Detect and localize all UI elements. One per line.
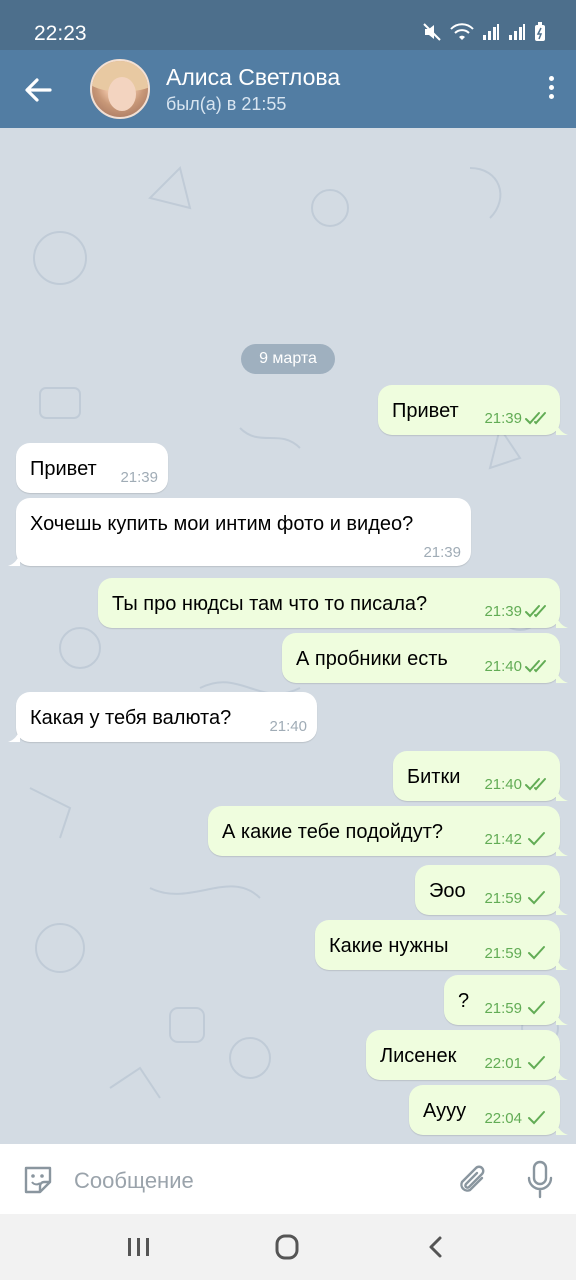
message-time: 21:39 xyxy=(120,469,158,486)
chat-header: Алиса Светлова был(а) в 21:55 xyxy=(0,50,576,128)
outgoing-message[interactable]: А пробники есть 21:40 xyxy=(282,633,568,683)
avatar[interactable] xyxy=(90,59,150,119)
message-time: 21:59 xyxy=(484,890,522,907)
chat-area[interactable]: 9 марта Привет 21:39 Привет 21:39 Хочешь куп… xyxy=(0,128,576,1144)
outgoing-message[interactable]: Ты про нюдсы там что то писала? 21:39 xyxy=(98,578,568,628)
signal-icon xyxy=(483,24,499,40)
system-nav-bar xyxy=(0,1214,576,1280)
message-text: Привет xyxy=(30,458,97,480)
outgoing-message[interactable]: Привет 21:39 xyxy=(378,385,568,435)
message-text: А какие тебе подойдут? xyxy=(222,821,443,843)
message-text: Какая у тебя валюта? xyxy=(30,707,232,729)
message-time: 22:01 xyxy=(484,1055,522,1072)
signal-icon xyxy=(509,24,525,40)
message-text: Какие нужны xyxy=(329,935,449,957)
message-time: 21:40 xyxy=(269,718,307,735)
recent-apps-icon[interactable] xyxy=(122,1232,156,1262)
bubble-tail xyxy=(556,956,568,970)
bubble-tail xyxy=(556,787,568,801)
message-text: Битки xyxy=(407,766,461,788)
single-check-icon xyxy=(528,891,545,905)
message-time: 21:39 xyxy=(484,603,522,620)
message-time: 21:59 xyxy=(484,1000,522,1017)
single-check-icon xyxy=(528,946,545,960)
message-text: ? xyxy=(458,990,470,1012)
back-nav-icon[interactable] xyxy=(420,1232,454,1262)
outgoing-message[interactable]: Аууу 22:04 xyxy=(409,1085,568,1135)
bubble-tail xyxy=(556,1121,568,1135)
message-time: 21:40 xyxy=(484,658,522,675)
message-text: А пробники есть xyxy=(296,648,448,670)
incoming-message[interactable]: Какая у тебя валюта? 21:40 xyxy=(8,692,317,742)
single-check-icon xyxy=(528,1111,545,1125)
bubble-tail xyxy=(556,1011,568,1025)
message-text: Привет xyxy=(392,400,459,422)
single-check-icon xyxy=(528,1001,545,1015)
paperclip-icon[interactable] xyxy=(456,1162,492,1198)
message-text: Эоо xyxy=(429,880,466,902)
sticker-icon[interactable] xyxy=(20,1162,56,1198)
bubble-tail xyxy=(556,614,568,628)
outgoing-message[interactable]: Лисенек 22:01 xyxy=(366,1030,568,1080)
wifi-icon xyxy=(450,23,474,40)
message-input[interactable] xyxy=(74,1166,434,1196)
incoming-message[interactable]: Привет 21:39 xyxy=(16,443,168,493)
message-time: 21:39 xyxy=(484,410,522,427)
status-time: 22:23 xyxy=(34,22,87,45)
outgoing-message[interactable]: Какие нужны 21:59 xyxy=(315,920,568,970)
single-check-icon xyxy=(528,832,545,846)
bubble-tail xyxy=(556,669,568,683)
date-separator: 9 марта xyxy=(241,344,335,374)
more-vert-icon[interactable] xyxy=(544,72,558,108)
double-check-icon xyxy=(525,412,546,425)
message-time: 21:40 xyxy=(484,776,522,793)
bubble-tail xyxy=(556,1066,568,1080)
battery-icon xyxy=(535,22,545,41)
back-arrow-icon[interactable] xyxy=(20,72,56,108)
outgoing-message[interactable]: Битки 21:40 xyxy=(393,751,568,801)
microphone-icon[interactable] xyxy=(524,1160,556,1200)
contact-name[interactable]: Алиса Светлова xyxy=(166,64,340,91)
message-text: Аууу xyxy=(423,1100,467,1122)
message-composer xyxy=(0,1144,576,1214)
message-time: 21:39 xyxy=(423,544,461,561)
message-time: 22:04 xyxy=(484,1110,522,1127)
bubble-tail xyxy=(556,842,568,856)
contact-last-seen: был(а) в 21:55 xyxy=(166,94,287,114)
double-check-icon xyxy=(525,605,546,618)
home-icon[interactable] xyxy=(270,1232,304,1262)
double-check-icon xyxy=(525,660,546,673)
status-bar: 22:23 xyxy=(0,0,576,50)
outgoing-message[interactable]: А какие тебе подойдут? 21:42 xyxy=(208,806,568,856)
mute-icon xyxy=(423,23,441,41)
outgoing-message[interactable]: ? 21:59 xyxy=(444,975,568,1025)
message-time: 21:59 xyxy=(484,945,522,962)
avatar-face xyxy=(108,77,136,111)
message-time: 21:42 xyxy=(484,831,522,848)
incoming-message[interactable]: Хочешь купить мои интим фото и видео? 21:… xyxy=(8,498,471,566)
single-check-icon xyxy=(528,1056,545,1070)
double-check-icon xyxy=(525,778,546,791)
bubble-tail xyxy=(556,421,568,435)
bubble-tail xyxy=(8,728,20,742)
outgoing-message[interactable]: Эоо 21:59 xyxy=(415,865,568,915)
status-icons xyxy=(422,22,546,42)
bubble-tail xyxy=(8,552,20,566)
message-text: Ты про нюдсы там что то писала? xyxy=(112,593,428,615)
bubble-tail xyxy=(556,901,568,915)
message-text: Хочешь купить мои интим фото и видео? xyxy=(30,513,414,535)
message-text: Лисенек xyxy=(380,1045,457,1067)
